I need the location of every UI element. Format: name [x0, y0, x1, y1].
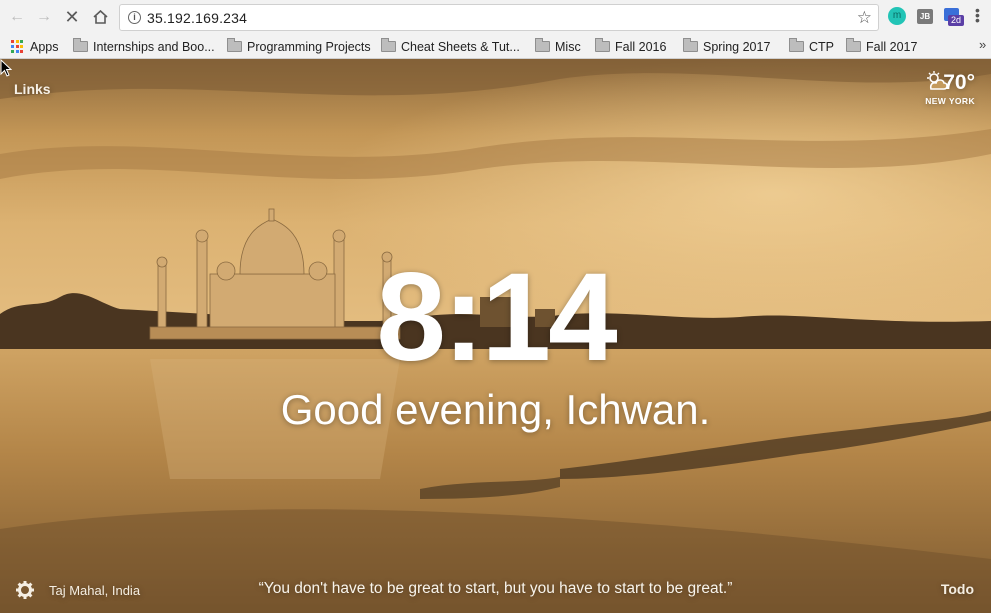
jetbrains-extension-icon[interactable]: JB: [917, 9, 933, 24]
folder-icon: [789, 38, 804, 52]
clock-time: 8:14: [376, 248, 617, 387]
address-bar[interactable]: i 35.192.169.234 ☆: [119, 4, 879, 31]
bookmark-label: Cheat Sheets & Tut...: [401, 39, 520, 54]
apps-grid-icon: [11, 40, 24, 53]
mouse-cursor-icon: [0, 59, 12, 77]
bookmark-spring-2017[interactable]: Spring 2017: [683, 38, 770, 55]
bookmark-fall-2016[interactable]: Fall 2016: [595, 38, 666, 55]
weather-widget[interactable]: 70° NEW YORK: [925, 71, 975, 106]
folder-icon: [595, 38, 610, 52]
monitor-extension-icon[interactable]: m: [888, 7, 906, 25]
bookmark-label: Apps: [30, 39, 59, 54]
weather-location: NEW YORK: [925, 96, 975, 106]
back-arrow-icon[interactable]: ←: [6, 6, 28, 28]
bookmark-label: Internships and Boo...: [93, 39, 215, 54]
calendar-extension-badge: 2d: [948, 15, 964, 26]
calendar-extension-icon[interactable]: 2d: [944, 6, 964, 26]
bookmark-label: Programming Projects: [247, 39, 371, 54]
folder-icon: [683, 38, 698, 52]
bookmark-programming-projects[interactable]: Programming Projects: [227, 38, 371, 55]
bookmark-label: CTP: [809, 39, 834, 54]
greeting-text: Good evening, Ichwan.: [280, 386, 711, 433]
bookmark-internships[interactable]: Internships and Boo...: [73, 38, 215, 55]
home-icon[interactable]: [89, 6, 111, 28]
bookmark-ctp[interactable]: CTP: [789, 38, 834, 55]
bookmark-misc[interactable]: Misc: [535, 38, 581, 55]
more-bookmarks-icon[interactable]: »: [979, 37, 986, 52]
daily-quote[interactable]: “You don't have to be great to start, bu…: [0, 580, 991, 598]
site-info-icon[interactable]: i: [128, 11, 141, 24]
bookmark-label: Fall 2017: [866, 39, 918, 54]
browser-toolbar: ← → ✕ i 35.192.169.234 ☆ m JB 2d • • •: [0, 0, 991, 34]
bookmarks-bar: Apps Internships and Boo... Programming …: [0, 34, 991, 59]
bookmark-label: Spring 2017: [703, 39, 771, 54]
folder-icon: [73, 38, 88, 52]
bookmark-star-icon[interactable]: ☆: [857, 8, 872, 28]
partly-cloudy-icon: [927, 71, 948, 90]
bookmark-label: Misc: [555, 39, 581, 54]
bookmark-fall-2017[interactable]: Fall 2017: [846, 38, 917, 55]
links-button[interactable]: Links: [14, 81, 51, 97]
forward-arrow-icon[interactable]: →: [33, 6, 55, 28]
browser-menu-icon[interactable]: • • •: [975, 3, 980, 27]
stop-loading-icon[interactable]: ✕: [61, 6, 83, 28]
address-url: 35.192.169.234: [147, 10, 248, 26]
bookmark-apps[interactable]: Apps: [11, 38, 59, 55]
bookmark-cheat-sheets[interactable]: Cheat Sheets & Tut...: [381, 38, 520, 55]
folder-icon: [381, 38, 396, 52]
folder-icon: [846, 38, 861, 52]
todo-button[interactable]: Todo: [941, 581, 974, 597]
folder-icon: [227, 38, 242, 52]
dashboard-page: Links 70° NEW YORK 8:14 Good evening, Ic…: [0, 59, 991, 613]
bookmark-label: Fall 2016: [615, 39, 667, 54]
folder-icon: [535, 38, 550, 52]
